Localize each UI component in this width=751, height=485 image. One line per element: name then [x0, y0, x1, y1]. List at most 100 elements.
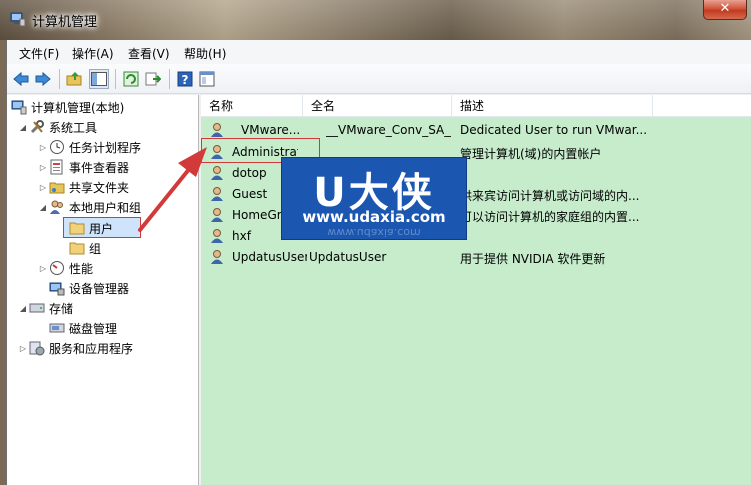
tree-label: 磁盘管理: [69, 321, 118, 336]
svg-text:?: ?: [182, 73, 189, 87]
tree-item-disk-management[interactable]: 磁盘管理: [49, 319, 117, 337]
user-full-name: UpdatusUser: [309, 250, 387, 264]
tree-item-root[interactable]: 计算机管理(本地): [11, 98, 124, 116]
expanded-arrow-icon[interactable]: ◢: [17, 123, 29, 132]
user-name: VMware...: [241, 123, 301, 137]
tree-label: 事件查看器: [69, 160, 130, 175]
folder-icon: [69, 242, 85, 255]
user-name: UpdatusUser: [232, 250, 307, 264]
column-header-full-name[interactable]: 全名: [303, 95, 452, 117]
main-window: 文件(F) 操作(A) 查看(V) 帮助(H) ? 计算机管理(本地) ◢ 系统…: [6, 40, 751, 485]
device-manager-icon: [49, 282, 65, 296]
services-icon: [29, 341, 45, 356]
expanded-arrow-icon[interactable]: ◢: [37, 203, 49, 212]
user-icon: [211, 145, 223, 159]
collapsed-arrow-icon[interactable]: ▷: [37, 163, 49, 172]
column-header-description[interactable]: 描述: [452, 95, 653, 117]
toolbar-separator: [59, 69, 60, 89]
user-description: 用于提供 NVIDIA 软件更新: [460, 252, 606, 266]
help-button[interactable]: ?: [175, 69, 195, 89]
tools-icon: [30, 120, 44, 134]
menu-bar: 文件(F) 操作(A) 查看(V) 帮助(H): [7, 40, 751, 64]
users-group-icon: [50, 200, 63, 214]
folder-icon: [69, 222, 85, 235]
event-viewer-icon: [50, 159, 63, 175]
computer-management-icon: [10, 12, 26, 27]
user-icon: [211, 123, 223, 137]
list-header: 名称 全名 描述: [201, 95, 751, 117]
show-tree-icon: [91, 72, 107, 86]
window-title: 计算机管理: [32, 15, 98, 30]
collapsed-arrow-icon[interactable]: ▷: [37, 143, 49, 152]
computer-management-icon: [11, 100, 27, 115]
collapsed-arrow-icon[interactable]: ▷: [37, 264, 49, 273]
toolbar-separator: [169, 69, 170, 89]
tree-label: 性能: [69, 261, 94, 276]
collapsed-arrow-icon[interactable]: ▷: [37, 183, 49, 192]
show-tree-button[interactable]: [89, 69, 109, 89]
properties-button[interactable]: [197, 69, 217, 89]
user-icon: [211, 229, 223, 243]
toolbar-separator: [115, 69, 116, 89]
tree-item-services-applications[interactable]: ▷ 服务和应用程序: [17, 339, 133, 357]
menu-file[interactable]: 文件(F): [19, 45, 59, 62]
up-level-button[interactable]: [65, 69, 85, 89]
user-description: 可以访问计算机的家庭组的内置...: [460, 210, 640, 224]
export-icon: [145, 72, 161, 86]
performance-icon: [50, 261, 64, 275]
tree-label: 系统工具: [49, 120, 98, 135]
tree-item-system-tools[interactable]: ◢ 系统工具: [17, 118, 97, 136]
tree-item-groups[interactable]: 组: [69, 239, 101, 257]
users-list: 名称 全名 描述 VMware... __VMware_Conv_SA___ D…: [201, 95, 751, 485]
user-description: 管理计算机(域)的内置帐户: [460, 147, 602, 161]
menu-view[interactable]: 查看(V): [128, 45, 170, 62]
user-description: 供来宾访问计算机或访问域的内...: [460, 189, 640, 203]
refresh-button[interactable]: [121, 69, 141, 89]
up-folder-icon: [66, 72, 82, 86]
tree-item-device-manager[interactable]: 设备管理器: [49, 279, 129, 297]
tree-item-event-viewer[interactable]: ▷ 事件查看器: [37, 158, 129, 176]
watermark-url: www.udaxia.com: [302, 208, 446, 226]
tree-label: 设备管理器: [69, 281, 130, 296]
forward-icon: [35, 71, 51, 87]
user-icon: [211, 250, 223, 264]
properties-icon: [199, 71, 215, 87]
column-header-name[interactable]: 名称: [201, 95, 303, 117]
tree-label: 共享文件夹: [69, 180, 130, 195]
user-full-name: __VMware_Conv_SA___: [326, 123, 451, 137]
user-description: Dedicated User to run VMwar...: [460, 123, 648, 137]
help-icon: ?: [177, 71, 193, 87]
close-icon: ✕: [719, 1, 731, 16]
tree-item-local-users-groups[interactable]: ◢ 本地用户和组: [37, 198, 141, 216]
storage-icon: [29, 303, 45, 313]
refresh-icon: [123, 71, 139, 87]
tree-label: 组: [89, 241, 102, 256]
watermark-logo: U大侠 www.udaxia.com www.udaxia.com: [281, 157, 467, 240]
tree-item-storage[interactable]: ◢ 存储: [17, 299, 73, 317]
user-row[interactable]: UpdatusUser UpdatusUser 用于提供 NVIDIA 软件更新: [201, 247, 751, 268]
tree-item-performance[interactable]: ▷ 性能: [37, 259, 93, 277]
user-icon: [211, 166, 223, 180]
collapsed-arrow-icon[interactable]: ▷: [17, 344, 29, 353]
tree-label: 本地用户和组: [69, 200, 142, 215]
tree-item-task-scheduler[interactable]: ▷ 任务计划程序: [37, 138, 141, 156]
export-list-button[interactable]: [143, 69, 163, 89]
tree-label: 存储: [49, 301, 74, 316]
toolbar: ?: [7, 64, 751, 94]
shared-folder-icon: [49, 182, 65, 194]
tree-item-users[interactable]: 用户: [69, 219, 113, 237]
tree-item-shared-folders[interactable]: ▷ 共享文件夹: [37, 178, 129, 196]
menu-action[interactable]: 操作(A): [72, 45, 114, 62]
expanded-arrow-icon[interactable]: ◢: [17, 304, 29, 313]
close-button[interactable]: ✕: [703, 0, 747, 20]
menu-help[interactable]: 帮助(H): [184, 45, 226, 62]
disk-management-icon: [49, 323, 65, 333]
forward-button[interactable]: [33, 69, 53, 89]
back-button[interactable]: [11, 69, 31, 89]
tree-label: 计算机管理(本地): [31, 100, 125, 115]
tree-label: 任务计划程序: [69, 140, 142, 155]
clock-icon: [50, 140, 64, 154]
tree-label: 服务和应用程序: [49, 341, 134, 356]
navigation-tree: 计算机管理(本地) ◢ 系统工具 ▷ 任务计划程序 ▷ 事件查看器 ▷ 共享文件…: [7, 95, 199, 485]
user-icon: [211, 208, 223, 222]
